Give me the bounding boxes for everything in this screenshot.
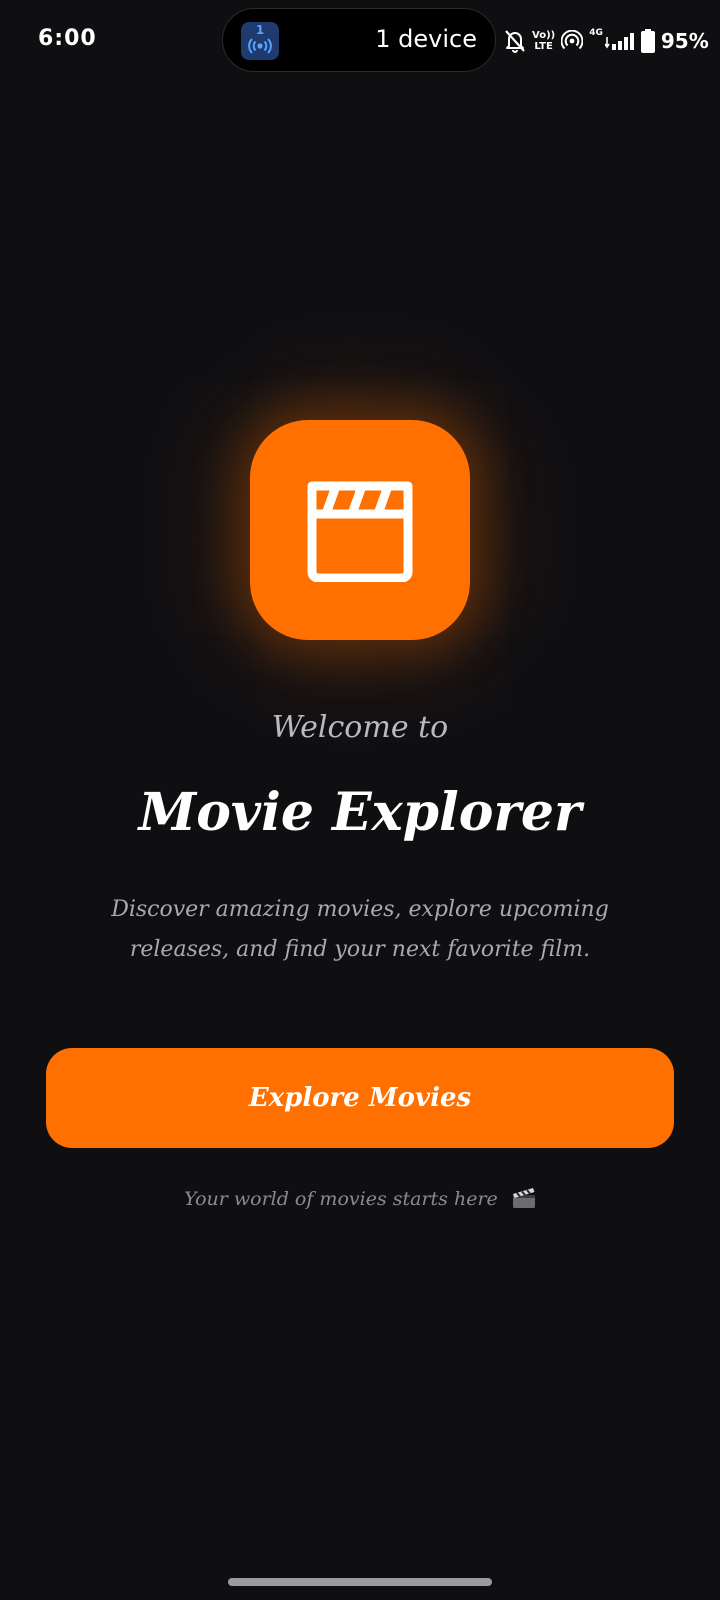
island-app-badge: 1 <box>255 23 265 37</box>
volte-icon: Vo)) LTE <box>532 30 555 52</box>
status-icons: Vo)) LTE 4G 95% <box>504 24 709 58</box>
explore-movies-button[interactable]: Explore Movies <box>46 1048 674 1148</box>
bell-off-icon <box>505 30 525 53</box>
home-indicator[interactable] <box>228 1578 492 1586</box>
app-logo <box>250 420 470 640</box>
tagline-text: Your world of movies starts here <box>184 1188 498 1210</box>
app-title: Movie Explorer <box>138 782 582 843</box>
broadcast-app-icon: 1 <box>241 22 279 60</box>
welcome-text: Welcome to <box>271 710 449 745</box>
volte-bottom-label: LTE <box>534 41 553 52</box>
status-time: 6:00 <box>38 26 97 51</box>
dynamic-island[interactable]: 1 1 device <box>222 8 496 72</box>
hotspot-icon <box>561 30 584 50</box>
app-screen: 6:00 1 1 device Vo)) LTE 4G 95% Welcome … <box>0 0 720 1600</box>
battery-percent: 95% <box>660 29 709 53</box>
app-description: Discover amazing movies, explore upcomin… <box>111 897 609 962</box>
clapperboard-icon <box>307 481 413 582</box>
network-type: 4G <box>589 27 603 38</box>
island-label: 1 device <box>375 25 477 53</box>
clapper-emoji-icon <box>512 1188 535 1208</box>
battery-icon <box>640 29 655 53</box>
volte-top-label: Vo)) <box>532 30 556 41</box>
signal-icon <box>604 33 634 50</box>
tagline: Your world of movies starts here <box>0 1188 720 1211</box>
broadcast-icon <box>248 38 272 54</box>
